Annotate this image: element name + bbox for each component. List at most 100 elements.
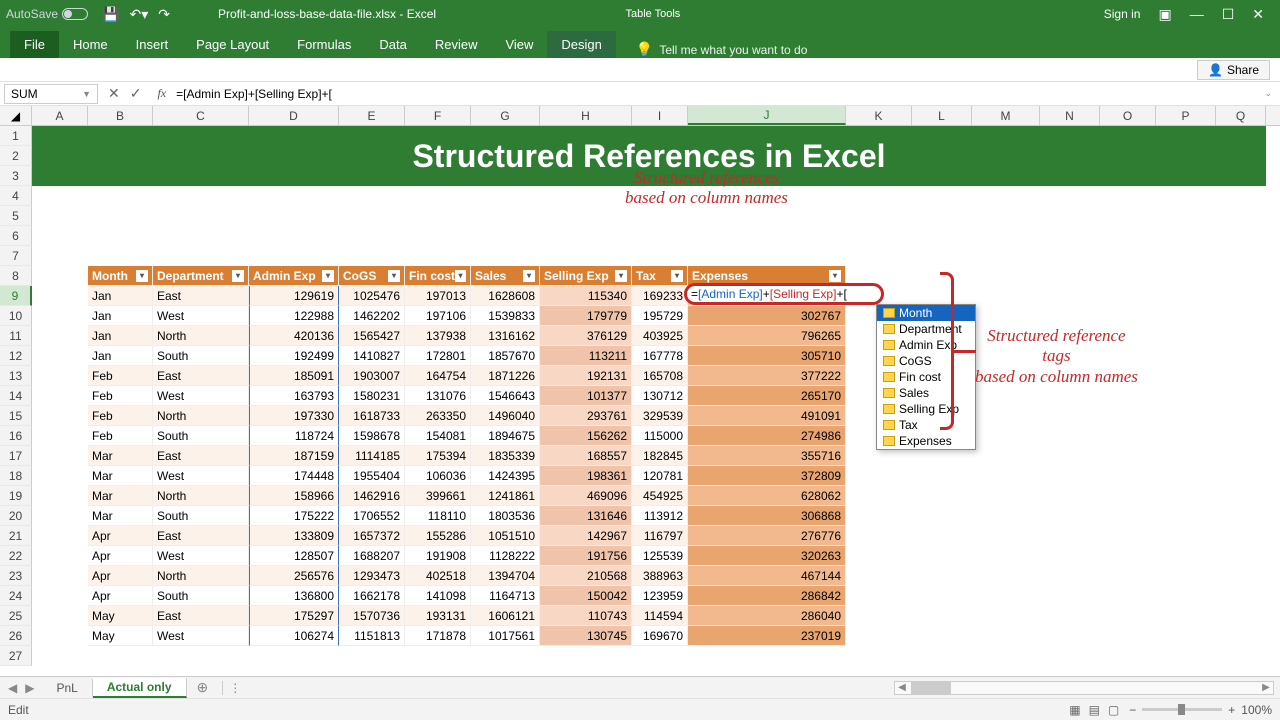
column-header[interactable]: L [912, 106, 972, 125]
cell[interactable]: 1565427 [339, 326, 405, 346]
tell-me[interactable]: 💡 Tell me what you want to do [616, 41, 1280, 58]
cell[interactable]: 628062 [688, 486, 846, 506]
cell[interactable]: West [153, 546, 249, 566]
cell[interactable]: 169233 [632, 286, 688, 306]
cell[interactable]: 175297 [249, 606, 339, 626]
cell-editor[interactable]: =[Admin Exp]+[Selling Exp]+[ [684, 283, 884, 305]
cell[interactable]: 403925 [632, 326, 688, 346]
cell[interactable]: South [153, 346, 249, 366]
cell[interactable]: 377222 [688, 366, 846, 386]
cell[interactable]: 1628608 [471, 286, 540, 306]
cell[interactable]: May [88, 606, 153, 626]
cell[interactable]: 306868 [688, 506, 846, 526]
row-header[interactable]: 2 [0, 146, 32, 166]
cell[interactable]: Apr [88, 586, 153, 606]
cell[interactable]: 1410827 [339, 346, 405, 366]
cell[interactable]: 172801 [405, 346, 471, 366]
filter-icon[interactable]: ▾ [615, 270, 627, 282]
cell[interactable]: 187159 [249, 446, 339, 466]
cell[interactable]: 129619 [249, 286, 339, 306]
cell[interactable]: 175222 [249, 506, 339, 526]
cell[interactable]: Jan [88, 346, 153, 366]
cell[interactable]: 265170 [688, 386, 846, 406]
spreadsheet-grid[interactable]: ◢ ABCDEFGHIJKLMNOPQ 12345678910111213141… [0, 106, 1280, 676]
cell[interactable]: 118724 [249, 426, 339, 446]
cell[interactable]: 1164713 [471, 586, 540, 606]
cell[interactable]: 142967 [540, 526, 632, 546]
cell[interactable]: 402518 [405, 566, 471, 586]
cell[interactable]: Jan [88, 286, 153, 306]
cell[interactable]: 1546643 [471, 386, 540, 406]
sheet-prev-icon[interactable]: ◀ [8, 681, 17, 695]
cell[interactable]: Mar [88, 446, 153, 466]
tab-data[interactable]: Data [365, 31, 420, 58]
cell[interactable]: 469096 [540, 486, 632, 506]
cell[interactable]: 197013 [405, 286, 471, 306]
cell[interactable]: 1835339 [471, 446, 540, 466]
cell[interactable]: 116797 [632, 526, 688, 546]
cell[interactable]: 195729 [632, 306, 688, 326]
row-header[interactable]: 16 [0, 426, 32, 446]
cell[interactable]: North [153, 406, 249, 426]
cell[interactable]: 372809 [688, 466, 846, 486]
cell[interactable]: Apr [88, 546, 153, 566]
row-header[interactable]: 9 [0, 286, 32, 306]
autocomplete-dropdown[interactable]: MonthDepartmentAdmin ExpCoGSFin costSale… [876, 304, 976, 450]
filter-icon[interactable]: ▾ [136, 270, 148, 282]
zoom-out-icon[interactable]: − [1129, 703, 1136, 717]
cell[interactable]: 274986 [688, 426, 846, 446]
row-header[interactable]: 18 [0, 466, 32, 486]
cell[interactable]: 106036 [405, 466, 471, 486]
cell[interactable]: North [153, 486, 249, 506]
autosave-toggle[interactable]: AutoSave [0, 7, 94, 21]
cell[interactable]: 137938 [405, 326, 471, 346]
column-header[interactable]: F [405, 106, 471, 125]
cell[interactable]: 191908 [405, 546, 471, 566]
cell[interactable]: Feb [88, 406, 153, 426]
row-header[interactable]: 3 [0, 166, 32, 186]
cell[interactable]: 185091 [249, 366, 339, 386]
close-icon[interactable]: ✕ [1252, 6, 1264, 23]
cell[interactable]: 115000 [632, 426, 688, 446]
autocomplete-item[interactable]: Sales [877, 385, 975, 401]
cell[interactable]: 1662178 [339, 586, 405, 606]
enter-icon[interactable]: ✓ [130, 85, 142, 102]
formula-input[interactable] [172, 84, 1256, 104]
autocomplete-item[interactable]: Selling Exp [877, 401, 975, 417]
cell[interactable]: 210568 [540, 566, 632, 586]
column-header[interactable]: G [471, 106, 540, 125]
filter-icon[interactable]: ▾ [455, 270, 466, 282]
cell[interactable]: 1293473 [339, 566, 405, 586]
cell[interactable]: North [153, 566, 249, 586]
select-all-corner[interactable]: ◢ [0, 106, 32, 125]
filter-icon[interactable]: ▾ [829, 270, 841, 282]
cell[interactable]: Mar [88, 466, 153, 486]
tab-insert[interactable]: Insert [122, 31, 183, 58]
table-header[interactable]: Fin cost▾ [405, 266, 471, 286]
cell[interactable]: 165708 [632, 366, 688, 386]
cell[interactable]: 192499 [249, 346, 339, 366]
share-button[interactable]: 👤 Share [1197, 60, 1270, 80]
minimize-icon[interactable]: — [1190, 6, 1204, 22]
filter-icon[interactable]: ▾ [388, 270, 400, 282]
cell[interactable]: South [153, 506, 249, 526]
row-header[interactable]: 17 [0, 446, 32, 466]
table-header[interactable]: CoGS▾ [339, 266, 405, 286]
cell[interactable]: 320263 [688, 546, 846, 566]
cell[interactable]: 1025476 [339, 286, 405, 306]
cell[interactable]: 120781 [632, 466, 688, 486]
cell[interactable]: 1894675 [471, 426, 540, 446]
tab-review[interactable]: Review [421, 31, 492, 58]
cell[interactable]: 115340 [540, 286, 632, 306]
cell[interactable]: 175394 [405, 446, 471, 466]
column-header[interactable]: E [339, 106, 405, 125]
cell[interactable]: Feb [88, 426, 153, 446]
ribbon-options-icon[interactable]: ▣ [1158, 6, 1171, 23]
autocomplete-item[interactable]: Fin cost [877, 369, 975, 385]
cell[interactable]: May [88, 626, 153, 646]
cell[interactable]: Apr [88, 526, 153, 546]
sheet-tab-actual-only[interactable]: Actual only [93, 678, 187, 698]
cell[interactable]: 136800 [249, 586, 339, 606]
filter-icon[interactable]: ▾ [322, 270, 334, 282]
horizontal-scrollbar[interactable]: ◀▶ [894, 681, 1274, 695]
